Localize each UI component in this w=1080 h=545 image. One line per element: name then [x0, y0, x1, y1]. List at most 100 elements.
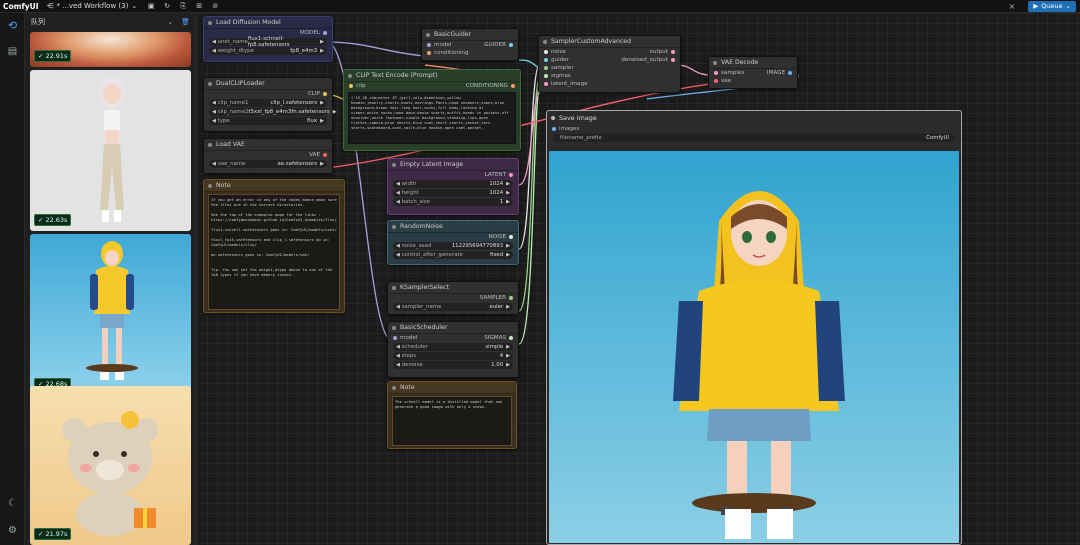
node-collapse-dot[interactable]: [392, 162, 396, 167]
noise-seed-widget[interactable]: ◀ noise_seed 112295694770893 ▶: [393, 242, 513, 250]
node-note[interactable]: Note If you get an error in any of the n…: [203, 179, 345, 313]
node-clip-text-encode[interactable]: CLIP Text Encode (Prompt) clip CONDITIONI…: [343, 69, 521, 151]
node-collapse-dot[interactable]: [543, 39, 547, 44]
node-collapse-dot[interactable]: [208, 183, 212, 188]
node-dual-clip-loader[interactable]: DualCLIPLoader CLIP ◀ clip_name1 clip_l.s…: [203, 77, 337, 132]
input-socket[interactable]: [544, 82, 548, 86]
node-collapse-dot[interactable]: [392, 325, 396, 330]
chevron-right-icon: ▶: [506, 362, 510, 368]
queue-button[interactable]: ▶ Queue ⌄: [1028, 0, 1076, 12]
input-socket[interactable]: [544, 58, 548, 62]
input-socket[interactable]: [552, 127, 556, 131]
input-socket[interactable]: [544, 66, 548, 70]
image-preview: [549, 151, 959, 543]
node-collapse-dot[interactable]: [392, 285, 396, 290]
node-ksampler-select[interactable]: KSamplerSelect SAMPLER ◀ sampler_name eul…: [387, 281, 519, 315]
queue-item[interactable]: ✓ 22.63s: [30, 70, 191, 231]
node-basic-guider[interactable]: BasicGuider model GUIDER conditioning: [421, 28, 519, 61]
sampler-name-widget[interactable]: ◀ sampler_name euler ▶: [393, 303, 513, 311]
input-socket[interactable]: [349, 84, 353, 88]
node-collapse-dot[interactable]: [208, 20, 212, 25]
output-socket[interactable]: [671, 58, 675, 62]
gear-icon[interactable]: ⚙: [6, 524, 19, 537]
output-socket[interactable]: [323, 31, 327, 35]
moon-icon[interactable]: ☾: [6, 497, 19, 510]
node-library-icon[interactable]: ▤: [6, 45, 19, 58]
output-socket[interactable]: [323, 153, 327, 157]
node-sampler-custom-advanced[interactable]: SamplerCustomAdvanced noise output guider…: [538, 35, 681, 93]
graph-canvas[interactable]: Load Diffusion Model MODEL ◀ unet_name fl…: [197, 13, 1080, 545]
input-socket[interactable]: [393, 336, 397, 340]
input-socket[interactable]: [544, 74, 548, 78]
node-collapse-dot[interactable]: [551, 116, 555, 120]
left-rail: ⟲ ▤ ☾ ⚙: [0, 13, 25, 545]
node-collapse-dot[interactable]: [426, 32, 430, 37]
control-after-generate-widget[interactable]: ◀ control_after_generate fixed ▶: [393, 251, 513, 259]
trash-icon[interactable]: 🗑: [181, 18, 190, 26]
node-note[interactable]: Note The schnell model is a distilled mo…: [387, 381, 517, 449]
close-icon[interactable]: ×: [1008, 2, 1015, 11]
chevron-right-icon: ▶: [506, 344, 510, 350]
input-socket[interactable]: [714, 79, 718, 83]
input-socket[interactable]: [427, 43, 431, 47]
history-icon[interactable]: ⟲: [6, 19, 19, 32]
queue-item[interactable]: ✓ 22.91s: [30, 32, 191, 67]
queue-item[interactable]: ✓ 22.68s: [30, 234, 191, 395]
vae-name-widget[interactable]: ◀ vae_name ae.safetensors ▶: [209, 160, 327, 168]
output-socket[interactable]: [509, 43, 513, 47]
chevron-right-icon: ▶: [320, 48, 324, 54]
output-socket[interactable]: [323, 92, 327, 96]
prompt-textarea[interactable]: ('IX_3D character IP (girl,solo,dimensio…: [348, 92, 516, 144]
output-socket[interactable]: [511, 84, 515, 88]
node-load-diffusion-model[interactable]: Load Diffusion Model MODEL ◀ unet_name fl…: [203, 16, 333, 62]
batch-size-widget[interactable]: ◀ batch_size 1 ▶: [393, 198, 513, 206]
width-widget[interactable]: ◀ width 1024 ▶: [393, 180, 513, 188]
node-load-vae[interactable]: Load VAE VAE ◀ vae_name ae.safetensors ▶: [203, 138, 333, 174]
output-socket[interactable]: [509, 173, 513, 177]
type-widget[interactable]: ◀ type flux ▶: [209, 117, 327, 125]
note-textarea[interactable]: The schnell model is a distilled model t…: [392, 396, 512, 446]
clip-name1-widget[interactable]: ◀ clip_name1 clip_l.safetensors ▶: [209, 99, 327, 107]
scheduler-widget[interactable]: ◀ scheduler simple ▶: [393, 343, 513, 351]
output-socket[interactable]: [509, 336, 513, 340]
output-socket[interactable]: [788, 71, 792, 75]
node-collapse-dot[interactable]: [713, 60, 717, 65]
clipboard-icon[interactable]: ⎘: [177, 1, 189, 12]
node-title: Load VAE: [216, 141, 245, 148]
output-socket[interactable]: [671, 50, 675, 54]
workflow-tab[interactable]: ⋲ * ...ved Workflow (3) ⌄: [47, 2, 138, 10]
grid-icon[interactable]: ⊞: [193, 1, 205, 12]
refresh-icon[interactable]: ↻: [161, 1, 173, 12]
height-widget[interactable]: ◀ height 1024 ▶: [393, 189, 513, 197]
node-basic-scheduler[interactable]: BasicScheduler model SIGMAS ◀ scheduler si…: [387, 321, 519, 378]
input-socket[interactable]: [544, 50, 548, 54]
node-empty-latent-image[interactable]: Empty Latent Image LATENT ◀ width 1024 ▶ ◀…: [387, 158, 519, 215]
cancel-icon[interactable]: ⊘: [209, 1, 221, 12]
chevron-right-icon: ▶: [320, 39, 324, 45]
steps-widget[interactable]: ◀ steps 4 ▶: [393, 352, 513, 360]
chevron-right-icon: ▶: [506, 243, 510, 249]
output-socket[interactable]: [509, 296, 513, 300]
weight-dtype-widget[interactable]: ◀ weight_dtype fp8_e4m3 ▶: [209, 47, 327, 55]
save-icon[interactable]: ▣: [145, 1, 157, 12]
node-title: SamplerCustomAdvanced: [551, 38, 632, 45]
node-collapse-dot[interactable]: [208, 142, 212, 147]
node-save-image[interactable]: Save Image images filename_prefix ComfyUI: [546, 110, 962, 545]
input-socket[interactable]: [427, 51, 431, 55]
unet-name-widget[interactable]: ◀ unet_name flux1-schnell-fp8.safetensors…: [209, 36, 327, 48]
chevron-left-icon: ◀: [212, 161, 216, 167]
node-collapse-dot[interactable]: [392, 385, 396, 390]
clip-name2-widget[interactable]: ◀ clip_name2 t5xxl_fp8_e4m3fn.safetensors…: [209, 108, 337, 116]
node-random-noise[interactable]: RandomNoise NOISE ◀ noise_seed 1122956947…: [387, 220, 519, 265]
queue-item[interactable]: ✓ 21.97s: [30, 386, 191, 545]
note-textarea[interactable]: If you get an error in any of the nodes …: [208, 194, 340, 310]
output-socket[interactable]: [509, 235, 513, 239]
node-collapse-dot[interactable]: [208, 81, 212, 86]
node-collapse-dot[interactable]: [392, 224, 396, 229]
denoise-widget[interactable]: ◀ denoise 1.00 ▶: [393, 361, 513, 369]
filename-prefix-widget[interactable]: filename_prefix ComfyUI: [553, 134, 955, 142]
node-vae-decode[interactable]: VAE Decode samples IMAGE vae: [708, 56, 798, 89]
chevron-down-icon[interactable]: ⌄: [167, 18, 173, 26]
input-socket[interactable]: [714, 71, 718, 75]
node-collapse-dot[interactable]: [348, 73, 352, 78]
